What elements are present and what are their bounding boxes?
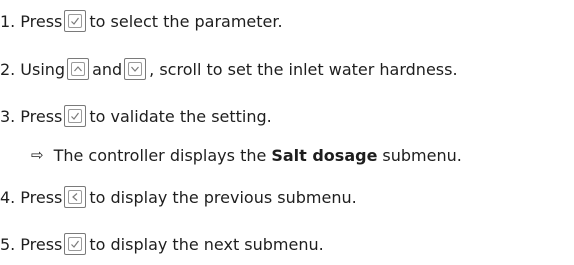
step-number: 1. xyxy=(0,11,16,31)
result-text-after: submenu. xyxy=(382,145,462,165)
step-text-after: , scroll to set the inlet water hardness… xyxy=(149,59,458,79)
submenu-name: Salt dosage xyxy=(271,145,378,165)
step-text-before: Press xyxy=(20,106,63,126)
step-text-between: and xyxy=(92,59,123,79)
up-key-icon xyxy=(67,58,90,80)
step-text-before: Press xyxy=(20,11,63,31)
step-text-before: Press xyxy=(20,234,63,254)
step-text-after: to display the previous submenu. xyxy=(89,187,357,207)
step-5: 5. Press to display the next submenu. xyxy=(0,230,324,258)
step-text-after: to select the parameter. xyxy=(89,11,283,31)
step-text-before: Using xyxy=(20,59,66,79)
step-number: 2. xyxy=(0,59,16,79)
back-key-icon xyxy=(64,186,87,208)
validate-key-icon xyxy=(64,105,87,127)
result-text-before: The controller displays the xyxy=(53,145,267,165)
step-number: 4. xyxy=(0,187,16,207)
validate-key-icon xyxy=(64,233,87,255)
step-text-after: to validate the setting. xyxy=(89,106,272,126)
step-3-result: ⇨ The controller displays the Salt dosag… xyxy=(31,142,462,168)
step-1: 1. Press to select the parameter. xyxy=(0,7,283,35)
step-3: 3. Press to validate the setting. xyxy=(0,102,272,130)
down-key-icon xyxy=(124,58,147,80)
step-number: 3. xyxy=(0,106,16,126)
step-4: 4. Press to display the previous submenu… xyxy=(0,183,357,211)
step-2: 2. Using and , scroll to set the inlet w… xyxy=(0,55,458,83)
step-text-after: to display the next submenu. xyxy=(89,234,324,254)
validate-key-icon xyxy=(64,10,87,32)
step-number: 5. xyxy=(0,234,16,254)
result-arrow-icon: ⇨ xyxy=(31,146,44,164)
step-text-before: Press xyxy=(20,187,63,207)
